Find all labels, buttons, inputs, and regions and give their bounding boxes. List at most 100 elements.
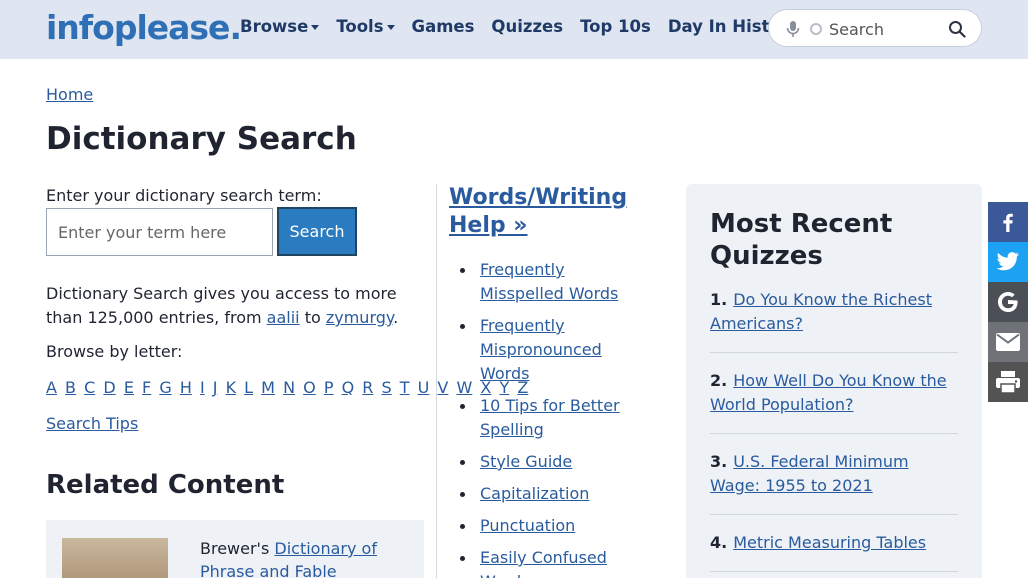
words-writing-help-heading[interactable]: Words/Writing Help » (449, 184, 649, 240)
related-card-text: Brewer's Dictionary of Phrase and Fable (200, 537, 410, 578)
page-title: Dictionary Search (46, 121, 357, 157)
recent-quizzes-heading: Most Recent Quizzes (710, 209, 893, 271)
site-logo[interactable]: infoplease. (46, 8, 242, 47)
help-link[interactable]: 10 Tips for Better Spelling (480, 396, 620, 439)
letter-link-a[interactable]: A (46, 378, 57, 397)
quiz-link[interactable]: How Well Do You Know the World Populatio… (710, 371, 947, 414)
email-icon (996, 333, 1020, 351)
browse-by-letter-label: Browse by letter: (46, 342, 183, 361)
help-link[interactable]: Style Guide (480, 452, 572, 471)
nav-tools[interactable]: Tools (336, 17, 395, 36)
letter-link-b[interactable]: B (65, 378, 76, 397)
letter-link-d[interactable]: D (103, 378, 115, 397)
list-item: 10 Tips for Better Spelling (449, 394, 639, 442)
divider (710, 352, 958, 353)
site-search-input[interactable] (829, 17, 939, 41)
letter-link-u[interactable]: U (418, 378, 430, 397)
quiz-number: 2. (710, 371, 728, 390)
help-link[interactable]: Punctuation (480, 516, 575, 535)
list-item: Easily Confused Words (449, 546, 639, 578)
loading-circle-icon (810, 23, 822, 35)
share-bar (988, 202, 1028, 402)
breadcrumb-home[interactable]: Home (46, 85, 93, 104)
quiz-item: 1. Do You Know the Richest Americans? (710, 288, 958, 336)
chevron-down-icon (386, 25, 395, 30)
dictionary-search-input[interactable] (46, 208, 273, 256)
related-prefix: Brewer's (200, 539, 275, 558)
print-icon (996, 371, 1020, 394)
description-text: . (393, 308, 399, 327)
related-content-heading: Related Content (46, 470, 285, 500)
twitter-icon (996, 252, 1019, 271)
site-search (768, 9, 982, 47)
search-term-label: Enter your dictionary search term: (46, 186, 322, 205)
search-tips-link[interactable]: Search Tips (46, 414, 138, 433)
help-links-list: Frequently Misspelled Words Frequently M… (449, 258, 639, 578)
letter-link-r[interactable]: R (362, 378, 373, 397)
share-email-button[interactable] (988, 322, 1028, 362)
quiz-number: 1. (710, 290, 728, 309)
letter-link-e[interactable]: E (124, 378, 134, 397)
divider (710, 571, 958, 572)
link-aalii[interactable]: aalii (267, 308, 300, 327)
list-item: Capitalization (449, 482, 639, 506)
dictionary-description: Dictionary Search gives you access to mo… (46, 282, 416, 330)
help-link[interactable]: Easily Confused Words (480, 548, 607, 578)
letter-link-m[interactable]: M (261, 378, 275, 397)
quiz-item: 2. How Well Do You Know the World Populat… (710, 369, 958, 417)
quiz-item: 4. Metric Measuring Tables (710, 531, 958, 555)
letter-link-t[interactable]: T (400, 378, 410, 397)
list-item: Style Guide (449, 450, 639, 474)
site-header: infoplease. Browse Tools Games Quizzes T… (0, 0, 1028, 59)
column-divider (436, 184, 437, 578)
help-link[interactable]: Frequently Misspelled Words (480, 260, 618, 303)
description-text: to (299, 308, 326, 327)
microphone-icon[interactable] (785, 20, 801, 38)
quiz-link[interactable]: Metric Measuring Tables (733, 533, 926, 552)
nav-tools-label: Tools (336, 17, 384, 36)
nav-games[interactable]: Games (412, 17, 475, 36)
help-link[interactable]: Capitalization (480, 484, 589, 503)
letter-link-j[interactable]: J (213, 378, 218, 397)
letter-link-p[interactable]: P (324, 378, 334, 397)
nav-browse[interactable]: Browse (240, 17, 320, 36)
letter-link-k[interactable]: K (226, 378, 237, 397)
letter-link-h[interactable]: H (180, 378, 192, 397)
nav-quizzes[interactable]: Quizzes (491, 17, 563, 36)
nav-top10s[interactable]: Top 10s (580, 17, 651, 36)
share-print-button[interactable] (988, 362, 1028, 402)
share-facebook-button[interactable] (988, 202, 1028, 242)
recent-quizzes-panel: Most Recent Quizzes 1. Do You Know the Ri… (686, 184, 982, 578)
letter-link-g[interactable]: G (159, 378, 171, 397)
google-icon (998, 292, 1018, 312)
divider (710, 433, 958, 434)
letter-link-o[interactable]: O (303, 378, 316, 397)
main-nav: Browse Tools Games Quizzes Top 10s Day I… (240, 17, 817, 36)
quiz-number: 3. (710, 452, 728, 471)
dictionary-search-button[interactable]: Search (277, 207, 357, 256)
letter-link-q[interactable]: Q (342, 378, 355, 397)
facebook-icon (1003, 213, 1013, 232)
letter-link-n[interactable]: N (283, 378, 295, 397)
quiz-number: 4. (710, 533, 728, 552)
letter-link-i[interactable]: I (200, 378, 205, 397)
list-item: Frequently Misspelled Words (449, 258, 639, 306)
quiz-link[interactable]: U.S. Federal Minimum Wage: 1955 to 2021 (710, 452, 909, 495)
letter-link-f[interactable]: F (142, 378, 151, 397)
letter-link-s[interactable]: S (381, 378, 391, 397)
letter-link-v[interactable]: V (437, 378, 448, 397)
related-card[interactable]: Brewer's Dictionary of Phrase and Fable (46, 520, 424, 578)
share-google-button[interactable] (988, 282, 1028, 322)
letter-link-c[interactable]: C (84, 378, 95, 397)
share-twitter-button[interactable] (988, 242, 1028, 282)
letter-link-l[interactable]: L (244, 378, 253, 397)
list-item: Punctuation (449, 514, 639, 538)
related-thumbnail[interactable] (62, 538, 168, 578)
nav-browse-label: Browse (240, 17, 309, 36)
chevron-down-icon (311, 25, 320, 30)
help-link[interactable]: Frequently Mispronounced Words (480, 316, 602, 383)
quiz-link[interactable]: Do You Know the Richest Americans? (710, 290, 932, 333)
list-item: Frequently Mispronounced Words (449, 314, 639, 386)
link-zymurgy[interactable]: zymurgy (326, 308, 393, 327)
search-icon[interactable] (948, 20, 966, 38)
